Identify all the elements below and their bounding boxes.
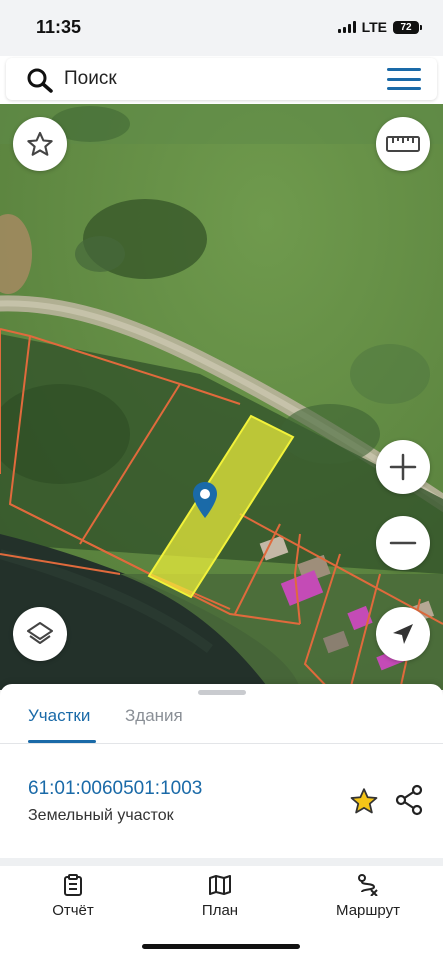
parcel-type: Земельный участок	[28, 807, 174, 824]
layers-button[interactable]	[13, 607, 67, 661]
star-outline-icon	[27, 131, 53, 156]
zoom-out-button[interactable]	[376, 516, 430, 570]
home-indicator[interactable]	[142, 944, 300, 949]
ruler-icon	[386, 136, 420, 152]
plan-button[interactable]: План	[170, 874, 270, 919]
report-button[interactable]: Отчёт	[23, 874, 123, 919]
action-bar: Отчёт План Маршрут	[0, 866, 443, 932]
bottom-sheet: Участки Здания 61:01:0060501:1003 Земель…	[0, 684, 443, 960]
signal-icon	[337, 21, 356, 33]
share-icon[interactable]	[394, 784, 424, 816]
status-time: 11:35	[36, 17, 82, 37]
cadastral-number[interactable]: 61:01:0060501:1003	[28, 778, 202, 800]
status-bar: 11:35 LTE 72	[0, 0, 443, 56]
search-icon[interactable]	[26, 67, 54, 93]
tab-bar: Участки Здания	[0, 698, 443, 744]
route-icon	[358, 874, 378, 896]
navigation-arrow-icon	[393, 624, 413, 644]
locate-button[interactable]	[376, 607, 430, 661]
battery-icon: 72	[393, 20, 422, 34]
divider	[0, 858, 443, 866]
sheet-drag-handle[interactable]	[198, 690, 246, 695]
zoom-in-button[interactable]	[376, 440, 430, 494]
star-icon[interactable]	[348, 786, 380, 816]
map-pin-icon[interactable]	[192, 481, 218, 519]
report-icon	[64, 874, 82, 896]
route-button[interactable]: Маршрут	[318, 874, 418, 919]
satellite-map	[0, 104, 443, 690]
report-label: Отчёт	[52, 902, 94, 919]
favorite-map-button[interactable]	[13, 117, 67, 171]
tab-buildings[interactable]: Здания	[125, 706, 183, 726]
active-tab-indicator	[28, 740, 96, 743]
minus-icon	[389, 541, 417, 545]
ruler-button[interactable]	[376, 117, 430, 171]
menu-icon[interactable]	[387, 68, 421, 90]
search-input[interactable]	[64, 64, 364, 94]
plan-label: План	[201, 902, 239, 919]
search-bar	[6, 58, 437, 100]
network-label: LTE	[361, 19, 387, 35]
map-view[interactable]	[0, 104, 443, 690]
tab-parcels[interactable]: Участки	[28, 706, 90, 726]
status-indicators: LTE 72	[337, 19, 422, 35]
plus-icon	[389, 453, 417, 481]
route-label: Маршрут	[336, 902, 400, 919]
map-icon	[209, 875, 231, 895]
battery-level: 72	[400, 21, 412, 33]
layers-icon	[27, 622, 53, 644]
